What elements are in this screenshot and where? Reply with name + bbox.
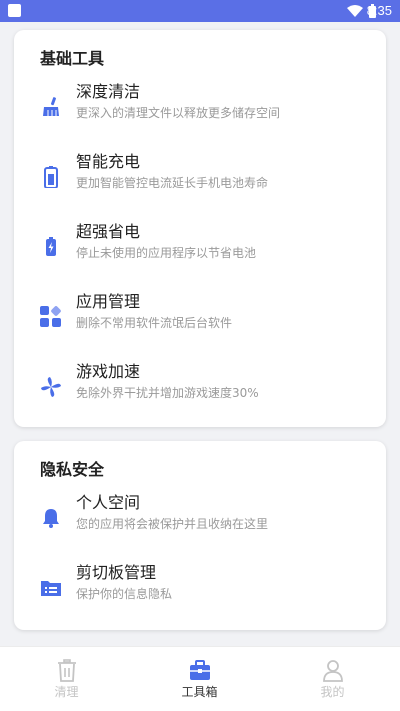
tool-item-power-saving[interactable]: 超强省电 停止未使用的应用程序以节省电池 bbox=[14, 218, 386, 278]
privacy-security-card: 隐私安全 个人空间 您的应用将会被保护并且收纳在这里 剪切板管理 保护你的信息隐… bbox=[14, 441, 386, 630]
tool-item-smart-charge[interactable]: 智能充电 更加智能管控电流延长手机电池寿命 bbox=[14, 148, 386, 208]
section-title-privacy: 隐私安全 bbox=[40, 460, 105, 479]
tool-item-clipboard-management[interactable]: 剪切板管理 保护你的信息隐私 bbox=[14, 559, 386, 619]
item-title: 剪切板管理 bbox=[76, 563, 157, 582]
item-title: 深度清洁 bbox=[76, 82, 141, 101]
tool-item-game-boost[interactable]: 游戏加速 免除外界干扰并增加游戏速度30% bbox=[14, 358, 386, 418]
tool-item-app-management[interactable]: 应用管理 删除不常用软件流氓后台软件 bbox=[14, 288, 386, 348]
item-title: 智能充电 bbox=[76, 152, 141, 171]
nav-tab-mine[interactable]: 我的 bbox=[266, 647, 399, 711]
apps-grid-icon bbox=[40, 306, 61, 327]
folder-list-icon bbox=[41, 581, 61, 596]
wifi-icon bbox=[347, 5, 363, 17]
trash-icon bbox=[58, 659, 76, 682]
nav-tab-toolbox[interactable]: 工具箱 bbox=[133, 647, 266, 711]
item-description: 您的应用将会被保护并且收纳在这里 bbox=[76, 517, 269, 531]
bell-icon bbox=[43, 509, 59, 528]
status-bar: 8:35 bbox=[0, 0, 400, 22]
item-title: 个人空间 bbox=[76, 493, 141, 512]
item-description: 删除不常用软件流氓后台软件 bbox=[76, 316, 233, 330]
app-notification-icon bbox=[8, 4, 21, 17]
nav-label: 工具箱 bbox=[181, 685, 218, 699]
item-description: 免除外界干扰并增加游戏速度30% bbox=[76, 386, 259, 400]
section-title-basic-tools: 基础工具 bbox=[40, 49, 105, 68]
toolbox-icon bbox=[190, 660, 210, 680]
basic-tools-card: 基础工具 深度清洁 更深入的清理文件以释放更多储存空间 智能充电 更加智能管控电… bbox=[14, 30, 386, 427]
bottom-navigation: 清理 工具箱 我的 bbox=[0, 646, 400, 711]
status-time: 8:35 bbox=[366, 3, 392, 18]
item-description: 更加智能管控电流延长手机电池寿命 bbox=[76, 176, 269, 190]
item-description: 更深入的清理文件以释放更多储存空间 bbox=[76, 106, 281, 120]
nav-tab-clean[interactable]: 清理 bbox=[0, 647, 133, 711]
item-description: 停止未使用的应用程序以节省电池 bbox=[76, 246, 257, 260]
pinwheel-icon bbox=[41, 377, 61, 397]
item-description: 保护你的信息隐私 bbox=[76, 587, 173, 601]
nav-label: 我的 bbox=[320, 685, 345, 699]
tool-item-personal-space[interactable]: 个人空间 您的应用将会被保护并且收纳在这里 bbox=[14, 489, 386, 549]
battery-icon bbox=[44, 166, 58, 188]
battery-bolt-icon bbox=[46, 237, 56, 256]
item-title: 超强省电 bbox=[76, 222, 141, 241]
item-title: 应用管理 bbox=[76, 292, 141, 311]
tool-item-deep-clean[interactable]: 深度清洁 更深入的清理文件以释放更多储存空间 bbox=[14, 78, 386, 138]
person-icon bbox=[323, 660, 343, 682]
broom-icon bbox=[43, 97, 59, 116]
item-title: 游戏加速 bbox=[76, 362, 141, 381]
nav-label: 清理 bbox=[54, 685, 79, 699]
